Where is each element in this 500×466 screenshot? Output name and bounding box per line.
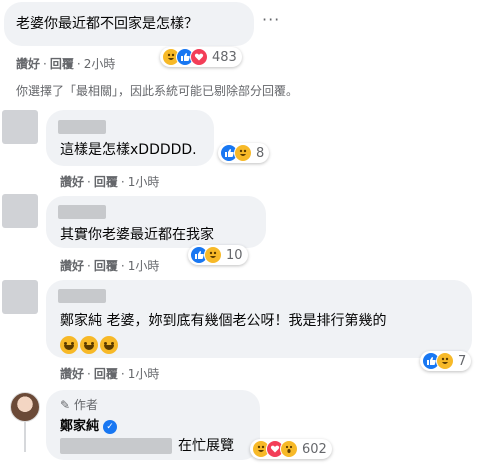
more-options-icon[interactable]: ··· — [262, 10, 280, 29]
haha-icon — [204, 246, 222, 264]
love-icon — [190, 48, 208, 66]
reply-link[interactable]: 回覆 — [94, 365, 118, 382]
avatar-blurred — [2, 280, 38, 314]
comment-actions-3: 讚好 · 回覆 · 1小時 — [60, 257, 160, 274]
wow-icon — [280, 440, 298, 458]
comment-actions-1: 讚好 · 回覆 · 2小時 — [16, 55, 116, 72]
grin-emoji-icon — [100, 336, 118, 354]
author-name-row: 鄭家純 ✓ — [60, 415, 118, 434]
mention-name-blurred — [60, 438, 172, 454]
comment-text-3: 其實你老婆最近都在我家 — [60, 227, 214, 243]
comment-text-1: 老婆你最近都不回家是怎樣？ — [16, 16, 198, 32]
reply-link[interactable]: 回覆 — [94, 173, 118, 190]
pen-icon: ✎ — [60, 398, 71, 412]
laughing-emoji-row — [60, 336, 120, 358]
verified-badge-icon: ✓ — [103, 419, 118, 434]
commenter-name-blurred — [58, 289, 106, 303]
author-name[interactable]: 鄭家純 — [60, 419, 99, 434]
comment-actions-2: 讚好 · 回覆 · 1小時 — [60, 173, 160, 190]
like-link[interactable]: 讚好 — [60, 173, 84, 190]
haha-icon — [436, 352, 454, 370]
comment-text-2: 這樣是怎樣xDDDDD. — [60, 142, 197, 158]
grin-emoji-icon — [60, 336, 78, 354]
reply-link[interactable]: 回覆 — [50, 55, 74, 72]
reaction-count-2: 8 — [256, 145, 265, 161]
comment-text-4: 鄭家純 老婆，妳到底有幾個老公呀！我是排行第幾的 — [60, 313, 387, 329]
reaction-summary-5[interactable]: 602 — [250, 438, 332, 460]
author-badge: ✎ 作者 — [60, 396, 98, 413]
reaction-count-1: 483 — [212, 49, 237, 65]
timestamp[interactable]: 1小時 — [128, 257, 160, 274]
grin-emoji-icon — [80, 336, 98, 354]
commenter-name-blurred — [58, 120, 106, 134]
timestamp[interactable]: 1小時 — [128, 173, 160, 190]
timestamp[interactable]: 1小時 — [128, 365, 160, 382]
avatar-blurred — [2, 110, 38, 144]
reaction-count-4: 7 — [458, 353, 467, 369]
reaction-summary-3[interactable]: 10 — [188, 244, 248, 266]
author-avatar[interactable] — [10, 392, 40, 422]
comment-actions-4: 讚好 · 回覆 · 1小時 — [60, 365, 160, 382]
timestamp[interactable]: 2小時 — [84, 55, 116, 72]
reply-link[interactable]: 回覆 — [94, 257, 118, 274]
filter-note: 你選擇了「最相關」，因此系統可能已剔除部分回覆。 — [16, 84, 299, 98]
reaction-count-5: 602 — [302, 441, 327, 457]
avatar-blurred — [2, 194, 38, 228]
author-badge-label: 作者 — [73, 398, 98, 412]
haha-icon — [234, 144, 252, 162]
reaction-summary-2[interactable]: 8 — [218, 142, 270, 164]
like-link[interactable]: 讚好 — [60, 365, 84, 382]
reaction-summary-1[interactable]: 483 — [160, 46, 242, 68]
author-reply-text: 在忙展覽 — [178, 438, 234, 454]
reaction-summary-4[interactable]: 7 — [420, 350, 472, 372]
commenter-name-blurred — [58, 205, 106, 219]
reaction-count-3: 10 — [226, 247, 243, 263]
like-link[interactable]: 讚好 — [60, 257, 84, 274]
like-link[interactable]: 讚好 — [16, 55, 40, 72]
